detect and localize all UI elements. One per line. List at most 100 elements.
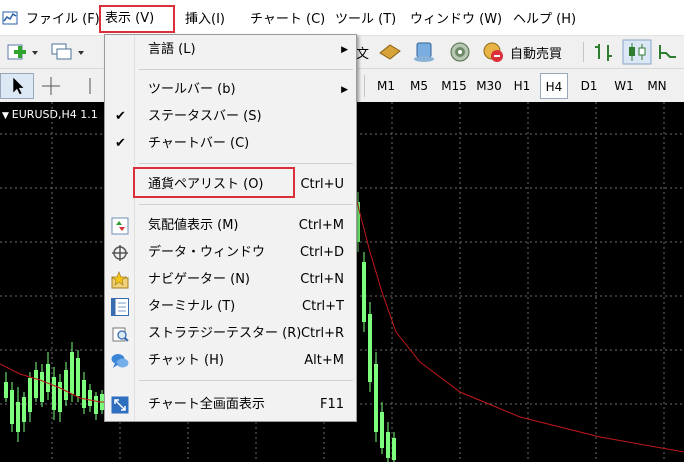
order-icon[interactable] xyxy=(376,39,404,65)
candle-body xyxy=(64,370,68,400)
view-menu-dropdown: 言語 (L) ▶ ツールバー (b) ▶ ✔ ステータスバー (S) ✔ チャー… xyxy=(104,34,357,422)
moving-average-line xyxy=(355,197,684,453)
menu-item-toolbars[interactable]: ツールバー (b) ▶ xyxy=(105,77,356,103)
menu-item-chart-bar[interactable]: ✔ チャートバー (C) xyxy=(105,131,356,157)
chat-icon xyxy=(111,354,129,368)
timeframe-m15[interactable]: M15 xyxy=(437,73,471,99)
menu-item-label: チャート全画面表示 xyxy=(148,397,265,412)
candle-body xyxy=(88,390,92,406)
toolbar-text-label[interactable]: 文 xyxy=(356,43,369,62)
menu-item-label: チャット (H) xyxy=(148,353,224,368)
candle-body xyxy=(82,380,86,408)
bar-chart-icon[interactable] xyxy=(590,39,618,65)
menu-item-label: チャートバー (C) xyxy=(148,136,250,151)
candle-body xyxy=(380,412,384,448)
menu-chart[interactable]: チャート (C) xyxy=(246,6,329,34)
menu-item-language[interactable]: 言語 (L) ▶ xyxy=(105,37,356,63)
menu-separator xyxy=(139,204,353,205)
menu-item-shortcut: Ctrl+U xyxy=(300,177,344,192)
menu-item-shortcut: Ctrl+T xyxy=(302,299,344,314)
checkmark-icon: ✔ xyxy=(115,136,126,151)
profiles-icon[interactable] xyxy=(48,39,88,65)
crosshair-cursor-icon[interactable] xyxy=(36,73,66,99)
candle-body xyxy=(28,378,32,412)
menu-separator xyxy=(139,163,353,164)
menu-item-label: データ・ウィンドウ xyxy=(148,245,266,260)
autotrading-label[interactable]: 自動売買 xyxy=(510,43,562,62)
menu-insert[interactable]: 挿入(I) xyxy=(181,6,229,34)
checkmark-icon: ✔ xyxy=(115,109,126,124)
candle-body xyxy=(362,262,366,322)
menu-item-label: 気配値表示 (M) xyxy=(148,218,239,233)
menu-item-shortcut: Ctrl+M xyxy=(298,218,344,233)
candle-body xyxy=(10,390,14,424)
market-watch-icon xyxy=(111,217,129,235)
menu-item-shortcut: Ctrl+R xyxy=(300,326,344,341)
new-chart-icon[interactable] xyxy=(4,39,40,65)
candle-body xyxy=(70,352,74,394)
menu-item-label: ツールバー (b) xyxy=(148,82,236,97)
menu-item-strategy-tester[interactable]: ストラテジーテスター (R) Ctrl+R xyxy=(105,321,356,347)
timeframe-h4[interactable]: H4 xyxy=(540,73,568,99)
submenu-arrow-icon: ▶ xyxy=(341,85,348,95)
cursor-arrow-icon[interactable] xyxy=(0,73,34,99)
candle-body xyxy=(34,370,38,398)
menu-tools[interactable]: ツール (T) xyxy=(331,6,400,34)
menu-item-label: 言語 (L) xyxy=(148,42,196,57)
autotrading-icon[interactable] xyxy=(480,39,506,65)
candle-body xyxy=(392,438,396,460)
timeframe-m5[interactable]: M5 xyxy=(405,73,433,99)
candle-body xyxy=(76,358,80,396)
candle-body xyxy=(374,364,378,432)
symbols-highlight-box xyxy=(133,167,295,198)
line-chart-icon[interactable] xyxy=(656,39,682,65)
strategy-tester-icon xyxy=(112,327,129,342)
menu-item-shortcut: Ctrl+N xyxy=(300,272,344,287)
toolbar-separator xyxy=(364,75,365,97)
timeframe-mn[interactable]: MN xyxy=(642,73,672,99)
menu-window[interactable]: ウィンドウ (W) xyxy=(406,6,506,34)
submenu-arrow-icon: ▶ xyxy=(341,45,348,55)
menu-item-label: ステータスバー (S) xyxy=(148,109,262,124)
menu-separator xyxy=(139,69,353,70)
candle-body xyxy=(368,314,372,382)
menu-separator xyxy=(139,380,353,381)
menu-item-shortcut: F11 xyxy=(319,397,344,412)
timeframe-d1[interactable]: D1 xyxy=(575,73,603,99)
market-icon[interactable] xyxy=(446,39,474,65)
candle-body xyxy=(4,382,8,398)
app-icon xyxy=(2,11,18,25)
terminal-icon xyxy=(111,298,129,316)
menu-item-fullscreen[interactable]: チャート全画面表示 F11 xyxy=(105,392,356,418)
menu-item-shortcut: Alt+M xyxy=(304,353,344,368)
candle-body xyxy=(40,372,44,402)
timeframe-m1[interactable]: M1 xyxy=(372,73,400,99)
menu-file[interactable]: ファイル (F) xyxy=(22,6,104,34)
candle-body xyxy=(94,396,98,414)
timeframe-m30[interactable]: M30 xyxy=(473,73,505,99)
menu-item-terminal[interactable]: ターミナル (T) Ctrl+T xyxy=(105,294,356,320)
candle-body xyxy=(386,432,390,458)
menu-item-navigator[interactable]: ナビゲーター (N) Ctrl+N xyxy=(105,267,356,293)
menu-item-market-watch[interactable]: 気配値表示 (M) Ctrl+M xyxy=(105,213,356,239)
menu-item-data-window[interactable]: データ・ウィンドウ Ctrl+D xyxy=(105,240,356,266)
menu-item-label: ターミナル (T) xyxy=(148,299,236,314)
toolbar-separator xyxy=(583,42,584,62)
navigator-star-icon xyxy=(111,271,129,289)
candle-body xyxy=(52,377,56,410)
menu-view[interactable]: 表示 (V) xyxy=(99,5,175,33)
signals-icon[interactable] xyxy=(410,39,438,65)
candlestick-chart-icon[interactable] xyxy=(622,39,652,65)
timeframe-w1[interactable]: W1 xyxy=(609,73,639,99)
candle-body xyxy=(46,364,50,392)
menu-bar: ファイル (F) 表示 (V) 挿入(I) チャート (C) ツール (T) ウ… xyxy=(0,0,684,36)
vertical-line-icon[interactable] xyxy=(80,73,100,99)
menu-item-chat[interactable]: チャット (H) Alt+M xyxy=(105,348,356,374)
candle-body xyxy=(22,397,26,422)
crosshair-icon xyxy=(112,245,128,261)
menu-item-shortcut: Ctrl+D xyxy=(299,245,344,260)
menu-item-status-bar[interactable]: ✔ ステータスバー (S) xyxy=(105,104,356,130)
timeframe-h1[interactable]: H1 xyxy=(508,73,536,99)
menu-item-label: ナビゲーター (N) xyxy=(148,272,251,287)
menu-help[interactable]: ヘルプ (H) xyxy=(509,6,580,34)
